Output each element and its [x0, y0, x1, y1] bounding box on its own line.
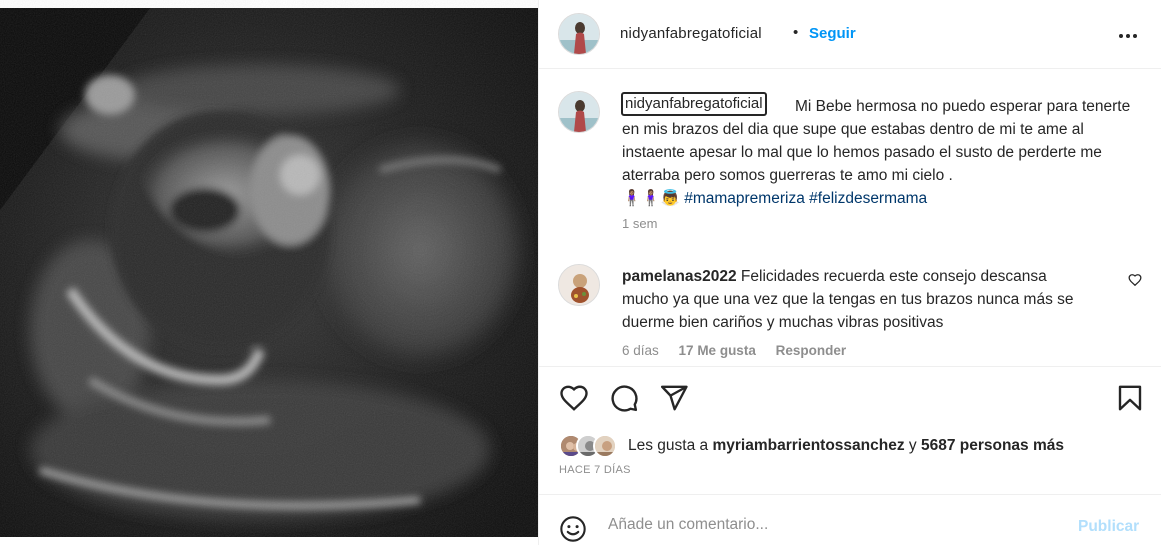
avatar-photo-icon	[559, 92, 599, 132]
comment-meta: 6 días 17 Me gusta Responder	[622, 343, 862, 358]
hashtag-link[interactable]: #felizdesermama	[809, 190, 927, 207]
post-details-panel: nidyanfabregatoficial • Seguir Mi Bebe h…	[538, 0, 1161, 545]
post-image[interactable]	[0, 0, 538, 545]
liker-username[interactable]: myriambarrientossanchez	[712, 437, 904, 454]
commenter-username[interactable]: pamelanas2022	[622, 268, 737, 285]
commenter-avatar[interactable]	[558, 264, 600, 306]
caption-line1: Mi Bebe hermosa no puedo esperar para	[795, 98, 1078, 115]
separator-dot: •	[793, 24, 799, 41]
avatar-photo-icon	[559, 14, 599, 54]
caption-emojis: 🧍🏽‍♀️🧍🏽‍♀️👼	[622, 190, 680, 207]
liker-avatar[interactable]	[593, 434, 617, 458]
caption-avatar[interactable]	[558, 91, 600, 133]
caption-username[interactable]: nidyanfabregatoficial	[621, 92, 767, 116]
follow-button[interactable]: Seguir	[809, 25, 856, 42]
publish-button[interactable]: Publicar	[1078, 518, 1139, 536]
like-comment-heart-icon[interactable]	[1128, 273, 1142, 292]
likes-prefix: Les gusta a	[628, 437, 709, 454]
post-date[interactable]: HACE 7 DÍAS	[559, 464, 631, 476]
like-heart-icon[interactable]	[559, 383, 589, 418]
comment-body: pamelanas2022 Felicidades recuerda este …	[622, 265, 1092, 334]
likes-conj: y	[908, 437, 917, 454]
likes-others-count[interactable]: 5687 personas más	[921, 437, 1064, 454]
add-comment-bar: Añade un comentario... Publicar	[539, 494, 1161, 545]
more-horizontal-icon[interactable]	[1116, 24, 1140, 51]
comment-time[interactable]: 6 días	[622, 343, 659, 358]
author-username[interactable]: nidyanfabregatoficial	[620, 25, 762, 42]
share-paper-plane-icon[interactable]	[659, 383, 689, 418]
caption-time[interactable]: 1 sem	[622, 216, 657, 231]
likes-summary: Les gusta a myriambarrientossanchez y 56…	[628, 437, 1064, 455]
comment-input[interactable]: Añade un comentario...	[608, 516, 1028, 534]
hashtag-link[interactable]: #mamapremeriza	[684, 190, 805, 207]
comment-bubble-icon[interactable]	[609, 383, 639, 418]
reply-button[interactable]: Responder	[776, 343, 847, 358]
avatar-photo-icon	[559, 265, 599, 305]
comment-likes[interactable]: 17 Me gusta	[679, 343, 756, 358]
save-bookmark-icon[interactable]	[1115, 383, 1145, 418]
emoji-smiley-icon[interactable]	[559, 515, 587, 545]
author-avatar[interactable]	[558, 13, 600, 55]
ultrasound-image	[0, 0, 538, 545]
post-header: nidyanfabregatoficial • Seguir	[539, 0, 1161, 69]
